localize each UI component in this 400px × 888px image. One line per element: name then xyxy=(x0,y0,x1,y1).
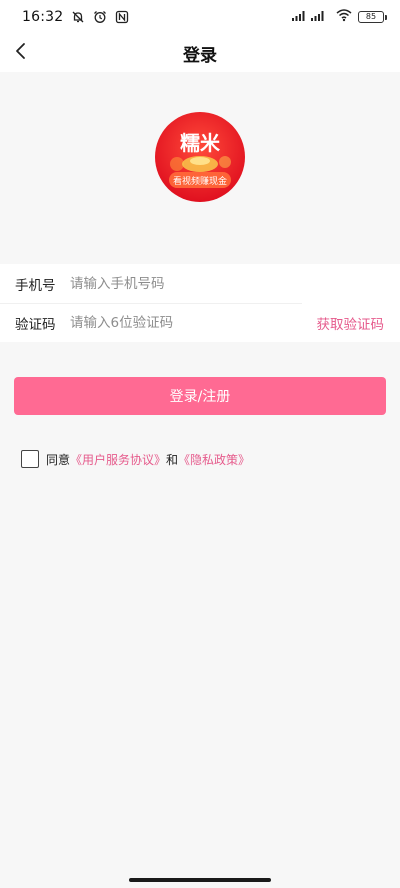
privacy-policy-link[interactable]: 《隐私政策》 xyxy=(178,451,250,468)
logo-title: 糯米 xyxy=(180,131,221,155)
login-form: 手机号 验证码 获取验证码 xyxy=(0,264,400,342)
back-button[interactable] xyxy=(4,36,38,70)
login-screen: 16:32 85 登录 糯米 看视频赚现金 手机号 请输入手机号码 验证码 请输… xyxy=(0,0,400,888)
status-time: 16:32 xyxy=(22,9,64,25)
login-register-button[interactable]: 登录/注册 xyxy=(14,377,386,415)
code-label: 验证码 xyxy=(15,316,56,333)
agreement-prefix: 同意 xyxy=(46,452,71,467)
app-logo: 糯米 看视频赚现金 xyxy=(155,112,245,202)
wifi-icon xyxy=(336,8,352,26)
code-input[interactable] xyxy=(70,307,300,338)
logo-slogan: 看视频赚现金 xyxy=(173,175,227,187)
chevron-left-icon xyxy=(14,42,28,64)
alarm-icon xyxy=(93,10,107,24)
phone-label: 手机号 xyxy=(15,277,56,294)
nav-bar: 登录 xyxy=(0,34,400,72)
status-bar: 16:32 85 xyxy=(0,0,400,34)
agreement-conjunction: 和 xyxy=(166,452,179,467)
page-title: 登录 xyxy=(183,45,217,66)
phone-input[interactable] xyxy=(70,268,400,299)
battery-icon: 85 xyxy=(358,11,387,23)
user-agreement-link[interactable]: 《用户服务协议》 xyxy=(70,451,166,468)
phone-row: 手机号 xyxy=(0,264,400,303)
signal-icon xyxy=(292,8,330,26)
bell-off-icon xyxy=(71,10,85,24)
status-right: 85 xyxy=(292,8,387,26)
code-row: 验证码 获取验证码 xyxy=(0,303,400,342)
nfc-icon xyxy=(115,10,129,24)
agreement-checkbox[interactable] xyxy=(21,450,39,468)
get-code-button[interactable]: 获取验证码 xyxy=(317,303,385,342)
agreement-row: 同意 《用户服务协议》 和 《隐私政策》 xyxy=(21,450,250,468)
home-indicator[interactable] xyxy=(129,878,271,882)
status-left: 16:32 xyxy=(22,9,129,25)
